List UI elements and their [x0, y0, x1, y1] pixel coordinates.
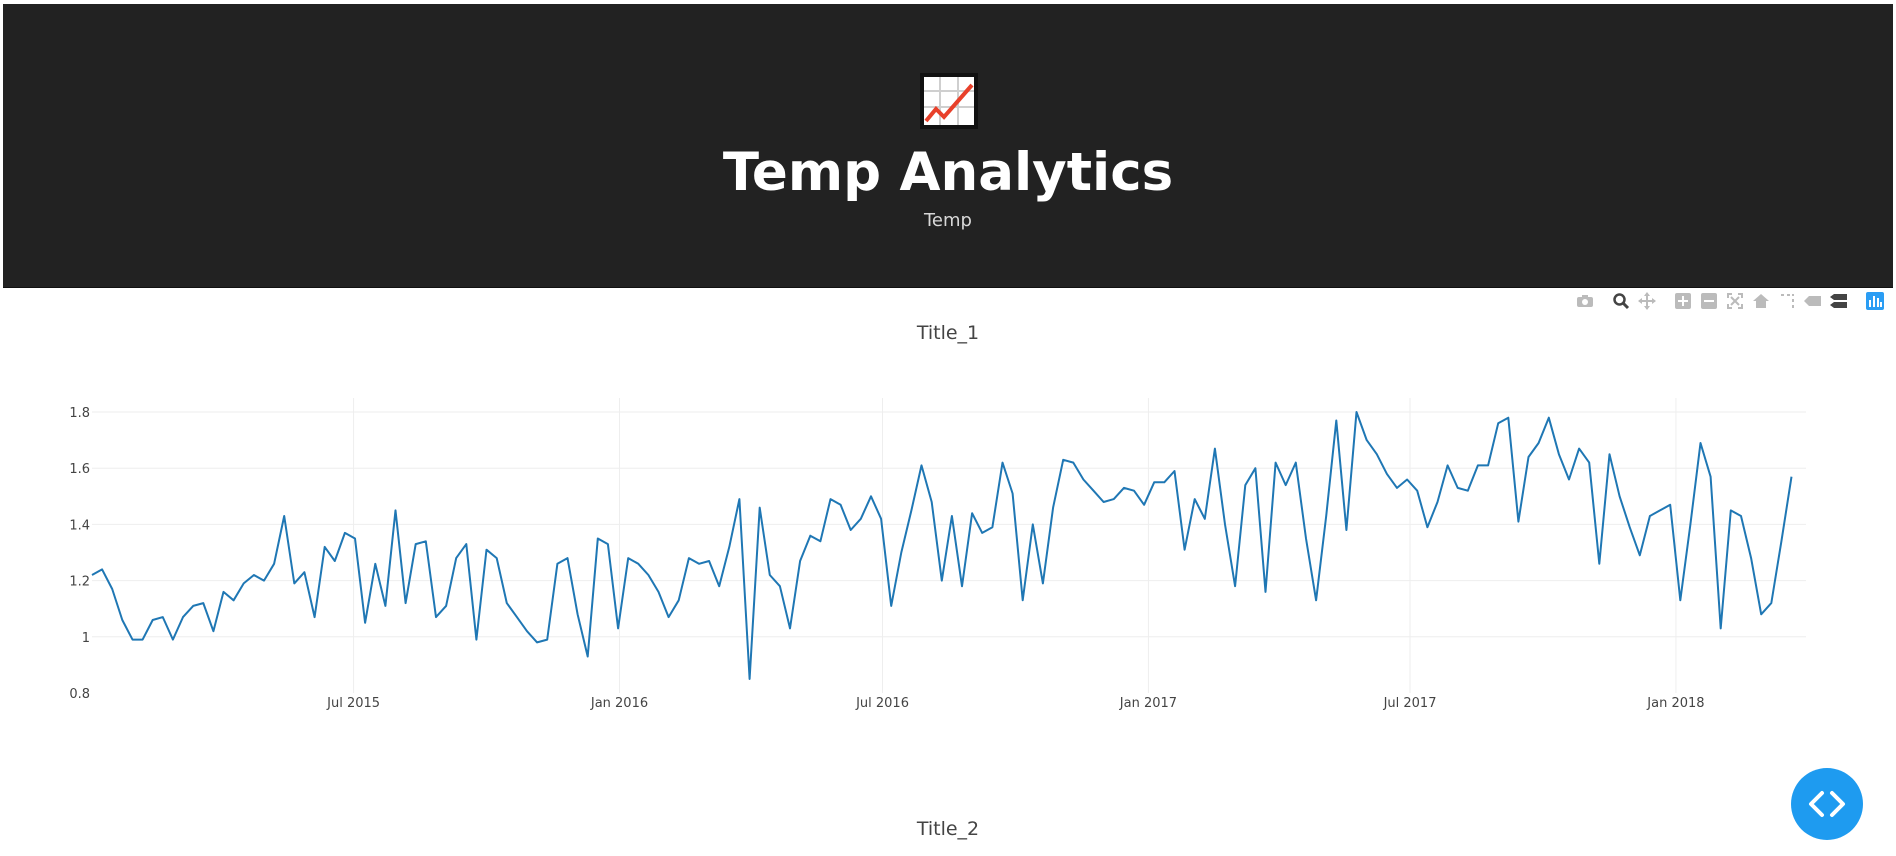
grid-layer — [92, 398, 1806, 693]
y-tick-label: 1 — [82, 631, 90, 646]
y-tick-label: 1.2 — [69, 575, 90, 590]
y-tick-label: 1.4 — [69, 518, 90, 533]
reset-axes-icon[interactable] — [1748, 290, 1774, 312]
series-layer — [91, 411, 1793, 680]
pan-icon[interactable] — [1634, 290, 1660, 312]
app-title: Temp Analytics — [722, 142, 1174, 203]
code-toggle-button[interactable] — [1791, 768, 1863, 840]
app-subtitle: Temp — [924, 210, 972, 231]
chart-increasing-icon — [920, 73, 978, 129]
hover-compare-icon[interactable] — [1826, 290, 1852, 312]
series-line[interactable] — [91, 411, 1793, 680]
y-tick-label: 1.6 — [69, 462, 90, 477]
zoom-out-icon[interactable] — [1696, 290, 1722, 312]
x-tick-label: Jul 2016 — [855, 696, 909, 711]
plotly-logo-icon[interactable] — [1862, 290, 1888, 312]
app-header: Temp Analytics Temp — [3, 4, 1893, 288]
x-tick-label: Jul 2017 — [1383, 696, 1437, 711]
x-tick-label: Jan 2018 — [1646, 696, 1704, 711]
chart-modebar — [1572, 290, 1888, 312]
y-tick-label: 1.8 — [69, 406, 90, 421]
zoom-icon[interactable] — [1608, 290, 1634, 312]
x-tick-label: Jan 2016 — [590, 696, 648, 711]
chart-title: Title_1 — [916, 322, 980, 344]
code-icon — [1809, 791, 1845, 817]
zoom-in-icon[interactable] — [1670, 290, 1696, 312]
x-tick-label: Jan 2017 — [1119, 696, 1177, 711]
chart-title-2: Title_2 — [916, 818, 980, 840]
x-tick-label: Jul 2015 — [326, 696, 380, 711]
axis-layer: 0.8 1 1.2 1.4 1.6 1.8 Jul 2015 Jan 2016 Jul 2016… — [69, 406, 1704, 711]
hover-closest-icon[interactable] — [1800, 290, 1826, 312]
camera-icon[interactable] — [1572, 290, 1598, 312]
line-chart[interactable]: 0.8 1 1.2 1.4 1.6 1.8 Jul 2015 Jan 2016 Jul 2016… — [0, 380, 1896, 720]
autoscale-icon[interactable] — [1722, 290, 1748, 312]
y-tick-label: 0.8 — [69, 687, 90, 702]
spike-lines-icon[interactable] — [1774, 290, 1800, 312]
